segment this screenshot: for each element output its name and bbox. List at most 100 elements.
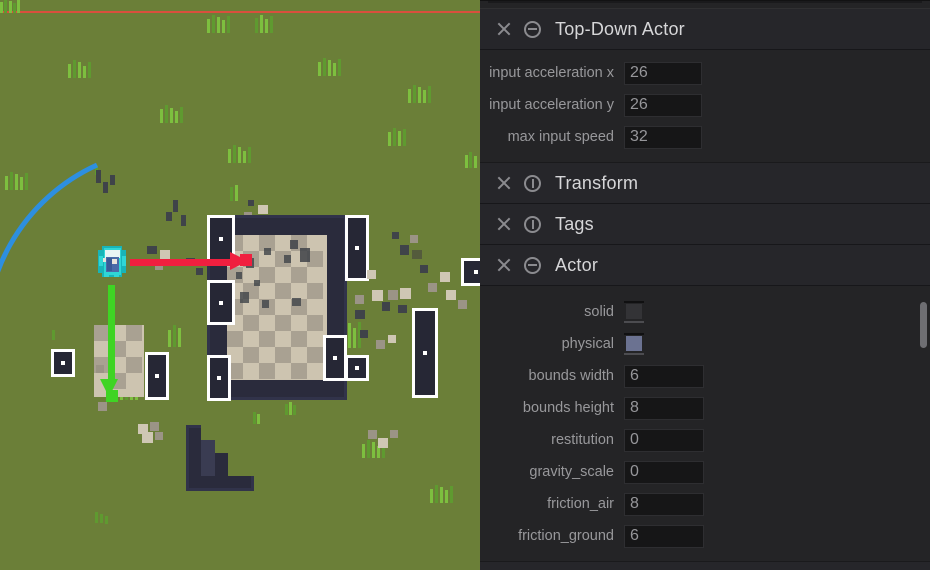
field-label: solid bbox=[584, 304, 614, 320]
panel-top-strip bbox=[480, 0, 930, 9]
input-acceleration-y-field[interactable]: 26 bbox=[624, 93, 702, 117]
debris bbox=[458, 300, 467, 309]
inspector-panel: Top-Down Actor input acceleration x 26 i… bbox=[480, 0, 930, 570]
debris bbox=[355, 310, 365, 319]
field-row: solid bbox=[480, 296, 930, 328]
field-label: friction_air bbox=[547, 496, 614, 512]
field-label: gravity_scale bbox=[529, 464, 614, 480]
circle-bar-icon[interactable] bbox=[524, 174, 541, 192]
section-header-actor[interactable]: Actor bbox=[480, 245, 930, 286]
close-icon[interactable] bbox=[492, 253, 516, 277]
field-row: friction_ground 6 bbox=[480, 520, 930, 552]
debris bbox=[166, 212, 172, 221]
section-title: Transform bbox=[555, 172, 639, 193]
physical-checkbox[interactable] bbox=[624, 332, 648, 356]
collider-box[interactable] bbox=[461, 258, 480, 286]
debris bbox=[412, 250, 422, 259]
debris bbox=[173, 200, 178, 212]
editor-window: Top-Down Actor input acceleration x 26 i… bbox=[0, 0, 930, 570]
circle-minus-icon[interactable] bbox=[524, 256, 541, 274]
collider-box[interactable] bbox=[145, 352, 169, 400]
field-label: restitution bbox=[551, 432, 614, 448]
panel-scrollbar-thumb[interactable] bbox=[920, 302, 927, 348]
checkbox-box bbox=[626, 303, 642, 319]
solid-checkbox[interactable] bbox=[624, 300, 648, 324]
section-header-transform[interactable]: Transform bbox=[480, 163, 930, 204]
field-label: input acceleration y bbox=[489, 97, 614, 113]
inspector-sections: Top-Down Actor input acceleration x 26 i… bbox=[480, 9, 930, 570]
gravity-scale-field[interactable]: 0 bbox=[624, 460, 704, 484]
section-body-top-down-actor: input acceleration x 26 input accelerati… bbox=[480, 50, 930, 163]
input-acceleration-x-field[interactable]: 26 bbox=[624, 61, 702, 85]
section-header-next-partial[interactable] bbox=[480, 562, 930, 570]
restitution-field[interactable]: 0 bbox=[624, 428, 704, 452]
velocity-arrow-x-gizmo bbox=[130, 252, 256, 272]
debris bbox=[236, 272, 242, 279]
debris bbox=[410, 235, 418, 243]
close-icon[interactable] bbox=[492, 212, 516, 236]
checkbox-box bbox=[626, 335, 642, 351]
field-label: friction_ground bbox=[518, 528, 614, 544]
field-row: physical bbox=[480, 328, 930, 360]
debris bbox=[181, 215, 186, 226]
debris bbox=[150, 422, 159, 431]
debris bbox=[367, 270, 376, 279]
field-label: bounds height bbox=[522, 400, 614, 416]
close-icon[interactable] bbox=[492, 171, 516, 195]
debris bbox=[390, 430, 398, 438]
panel-scrollbar-track[interactable] bbox=[919, 9, 927, 570]
debris bbox=[372, 290, 383, 301]
debris bbox=[355, 295, 364, 304]
radius-arc-gizmo bbox=[0, 160, 112, 390]
debris bbox=[360, 330, 368, 338]
debris bbox=[368, 430, 377, 439]
section-title: Actor bbox=[555, 254, 599, 275]
section-header-top-down-actor[interactable]: Top-Down Actor bbox=[480, 9, 930, 50]
debris bbox=[378, 438, 388, 448]
debris bbox=[398, 305, 407, 313]
debris bbox=[290, 240, 298, 249]
field-row: friction_air 8 bbox=[480, 488, 930, 520]
collider-box[interactable] bbox=[207, 280, 235, 325]
debris bbox=[262, 300, 269, 308]
debris bbox=[446, 290, 456, 300]
player-character-sprite[interactable] bbox=[98, 246, 127, 279]
collider-box[interactable] bbox=[345, 215, 369, 281]
field-row: restitution 0 bbox=[480, 424, 930, 456]
max-input-speed-field[interactable]: 32 bbox=[624, 125, 702, 149]
debris bbox=[264, 248, 271, 255]
field-label: max input speed bbox=[507, 129, 614, 145]
debris bbox=[376, 340, 385, 349]
debris bbox=[155, 432, 163, 440]
debris bbox=[284, 255, 291, 263]
debris bbox=[388, 290, 398, 300]
debris bbox=[300, 248, 310, 262]
field-row: input acceleration y 26 bbox=[480, 89, 930, 121]
field-row: bounds height 8 bbox=[480, 392, 930, 424]
friction-air-field[interactable]: 8 bbox=[624, 492, 704, 516]
collider-box[interactable] bbox=[412, 308, 438, 398]
section-title: Top-Down Actor bbox=[555, 18, 685, 39]
circle-minus-icon[interactable] bbox=[524, 20, 541, 38]
scene-boundary-line bbox=[0, 11, 480, 13]
close-icon[interactable] bbox=[492, 17, 516, 41]
bounds-width-field[interactable]: 6 bbox=[624, 364, 704, 388]
friction-ground-field[interactable]: 6 bbox=[624, 524, 704, 548]
collider-box[interactable] bbox=[345, 355, 369, 381]
section-title: Tags bbox=[555, 213, 594, 234]
game-viewport[interactable] bbox=[0, 0, 480, 570]
bounds-height-field[interactable]: 8 bbox=[624, 396, 704, 420]
debris bbox=[440, 272, 450, 282]
debris bbox=[420, 265, 428, 273]
field-row: max input speed 32 bbox=[480, 121, 930, 153]
field-label: input acceleration x bbox=[489, 65, 614, 81]
debris bbox=[382, 302, 390, 311]
debris bbox=[258, 205, 268, 214]
collider-box[interactable] bbox=[323, 335, 347, 381]
debris bbox=[428, 283, 437, 292]
circle-bar-icon[interactable] bbox=[524, 215, 541, 233]
debris bbox=[400, 245, 409, 255]
section-header-tags[interactable]: Tags bbox=[480, 204, 930, 245]
section-body-actor: solid physical bounds width 6 bounds hei… bbox=[480, 286, 930, 562]
collider-box[interactable] bbox=[207, 355, 231, 401]
